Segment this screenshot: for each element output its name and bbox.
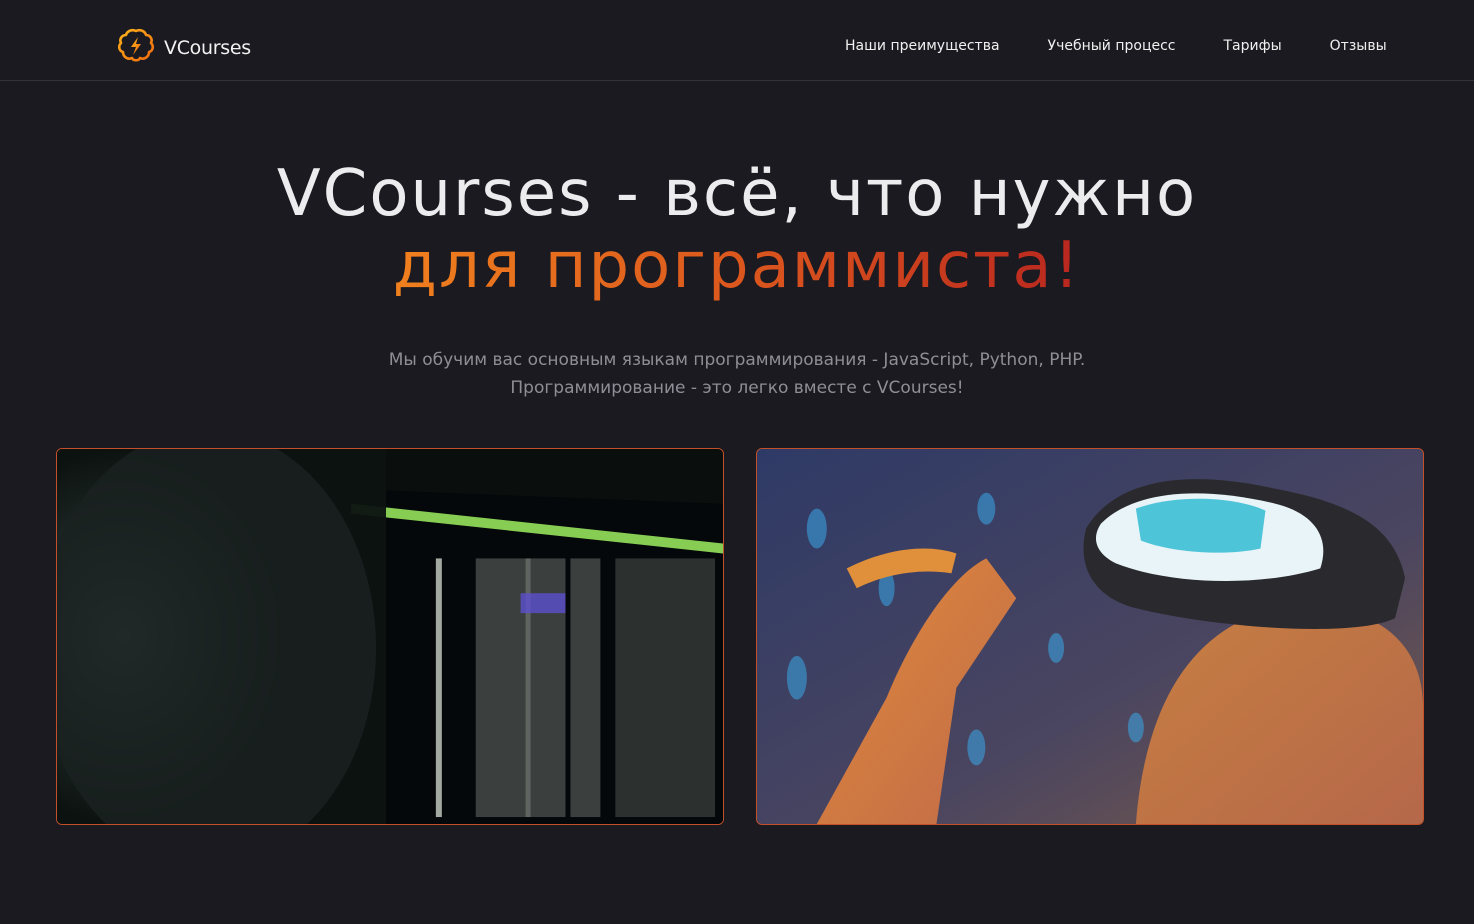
logo-text: VCourses xyxy=(164,37,251,59)
hero-subtitle: Мы обучим вас основным языкам программир… xyxy=(0,346,1474,402)
vr-headset-photo xyxy=(756,448,1424,825)
hero-title-line1: VCourses - всё, что нужно xyxy=(276,157,1198,231)
nav-link-reviews[interactable]: Отзывы xyxy=(1330,38,1387,54)
hero-subtitle-line2: Программирование - это легко вместе с VC… xyxy=(510,378,964,398)
logo[interactable]: VCourses xyxy=(116,27,251,69)
hero-title-line2: для программиста! xyxy=(392,229,1082,303)
site-header: VCourses Наши преимущества Учебный проце… xyxy=(0,0,1474,81)
nav-link-pricing[interactable]: Тарифы xyxy=(1224,38,1282,54)
terminal-screen-photo xyxy=(56,448,724,825)
nav-link-process[interactable]: Учебный процесс xyxy=(1048,38,1176,54)
hero-title: VCourses - всё, что нужно для программис… xyxy=(0,158,1474,302)
hero-subtitle-line1: Мы обучим вас основным языкам программир… xyxy=(388,350,1086,370)
nav-link-advantages[interactable]: Наши преимущества xyxy=(845,38,1000,54)
main-nav: Наши преимущества Учебный процесс Тарифы… xyxy=(845,38,1387,54)
brain-lightning-icon xyxy=(116,26,156,70)
